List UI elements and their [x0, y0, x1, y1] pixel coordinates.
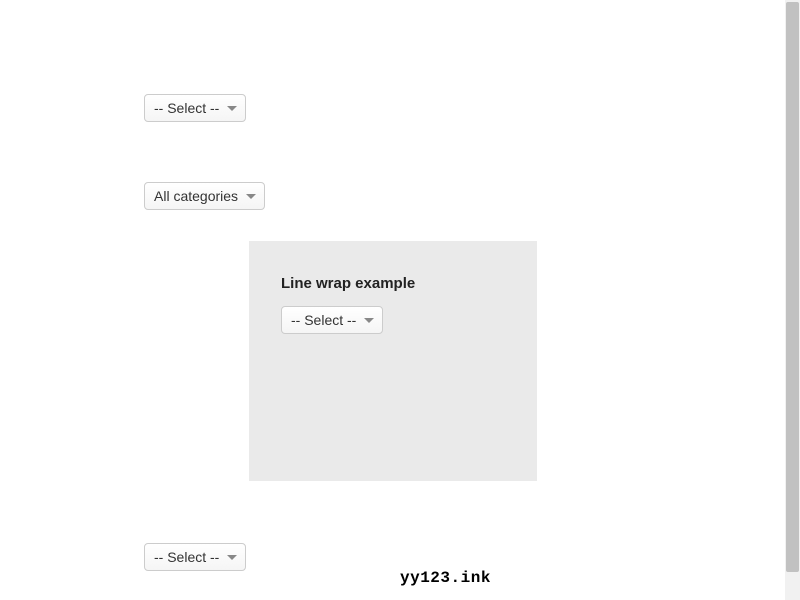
select-dropdown-1[interactable]: -- Select -- — [144, 94, 246, 122]
select-label: All categories — [154, 188, 238, 204]
select-label: -- Select -- — [291, 312, 356, 328]
chevron-down-icon — [364, 318, 374, 323]
chevron-down-icon — [227, 106, 237, 111]
select-label: -- Select -- — [154, 549, 219, 565]
watermark: yy123.ink — [400, 569, 491, 587]
chevron-down-icon — [246, 194, 256, 199]
select-dropdown-3[interactable]: -- Select -- — [144, 543, 246, 571]
select-dropdown-panel[interactable]: -- Select -- — [281, 306, 383, 334]
select-label: -- Select -- — [154, 100, 219, 116]
scrollbar-thumb[interactable] — [786, 2, 799, 572]
chevron-down-icon — [227, 555, 237, 560]
select-dropdown-2[interactable]: All categories — [144, 182, 265, 210]
line-wrap-panel: Line wrap example -- Select -- — [249, 241, 537, 481]
scrollbar-track[interactable] — [785, 0, 800, 600]
panel-title: Line wrap example — [281, 275, 505, 292]
